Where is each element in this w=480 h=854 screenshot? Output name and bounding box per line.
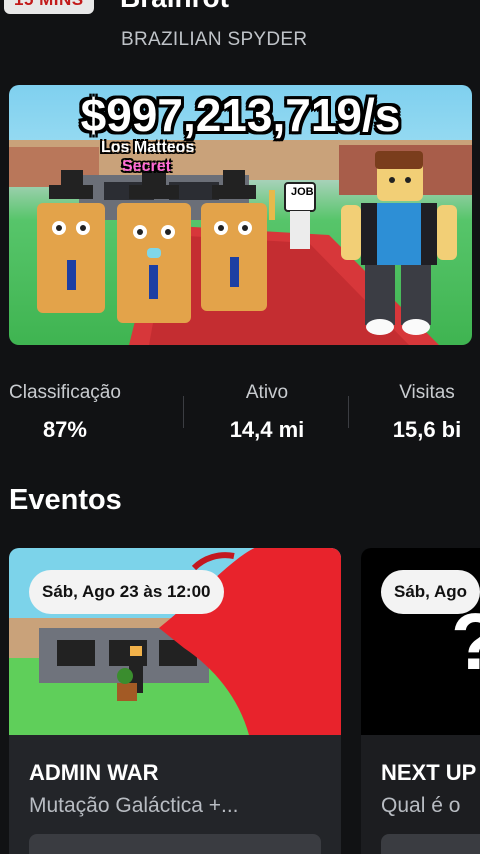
event-action-button[interactable] (381, 834, 480, 854)
event-date-chip: Sáb, Ago 23 às 12:00 (29, 570, 224, 614)
event-card[interactable]: ? Sáb, Ago NEXT UP Qual é o (361, 548, 480, 854)
game-details-page: 15 MINS Brainrot BRAZILIAN SPYDER (0, 0, 480, 854)
event-thumbnail: Sáb, Ago 23 às 12:00 (9, 548, 341, 735)
event-title: ADMIN WAR (29, 760, 159, 785)
events-heading: Eventos (9, 484, 122, 516)
stat-rating: Classificação 87% (9, 382, 121, 443)
event-card[interactable]: Sáb, Ago 23 às 12:00 ADMIN WAR Mutação G… (9, 548, 341, 854)
stat-active: Ativo 14,4 mi (224, 382, 310, 443)
character-name-text: Los Matteos (101, 139, 195, 156)
event-title: NEXT UP (381, 760, 477, 785)
stat-visits: Visitas 15,6 bi (388, 382, 466, 443)
stat-value: 15,6 bi (392, 417, 462, 442)
stat-value: 14,4 mi (229, 417, 305, 442)
stat-value: 87% (42, 417, 87, 442)
event-subtitle: Qual é o (381, 794, 461, 817)
game-thumbnail[interactable]: $997,213,719/s Los Matteos Secret JOB (9, 85, 472, 345)
stat-label: Visitas (399, 382, 455, 403)
money-rate-text: $997,213,719/s (80, 89, 401, 141)
sign-text: JOB (291, 186, 314, 198)
game-title: Brainrot (120, 0, 229, 14)
stat-label: Classificação (9, 382, 121, 403)
event-thumbnail: ? Sáb, Ago (361, 548, 480, 735)
stat-label: Ativo (245, 382, 289, 403)
stat-divider (183, 396, 184, 428)
event-date-chip: Sáb, Ago (381, 570, 480, 614)
stat-divider (348, 396, 349, 428)
creator-name[interactable]: BRAZILIAN SPYDER (121, 29, 307, 51)
timer-badge: 15 MINS (4, 0, 94, 14)
rarity-text: Secret (122, 158, 171, 175)
event-action-button[interactable] (29, 834, 321, 854)
event-subtitle: Mutação Galáctica +... (29, 794, 239, 817)
